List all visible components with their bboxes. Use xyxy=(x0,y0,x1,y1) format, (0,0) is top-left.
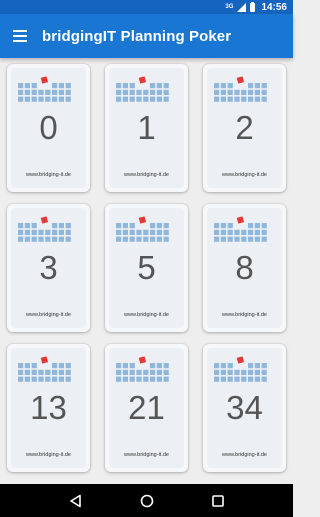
card-value: 8 xyxy=(235,249,254,286)
card-value: 21 xyxy=(128,389,165,426)
card-footer-url: www.bridging-it.de xyxy=(26,312,71,318)
clock: 14:56 xyxy=(261,1,287,13)
card-3[interactable]: 3 www.bridging-it.de xyxy=(7,204,90,332)
card-footer-url: www.bridging-it.de xyxy=(124,172,169,178)
signal-icon xyxy=(237,2,247,12)
card-value: 13 xyxy=(30,389,67,426)
bridgingit-logo-icon xyxy=(116,216,169,242)
bridgingit-logo-icon xyxy=(214,76,267,102)
app-bar: bridgingIT Planning Poker xyxy=(0,14,293,58)
card-footer-url: www.bridging-it.de xyxy=(26,172,71,178)
bridgingit-logo-icon xyxy=(116,356,169,382)
card-value: 34 xyxy=(226,389,263,426)
hamburger-menu-icon[interactable] xyxy=(0,14,40,58)
bridgingit-logo-icon xyxy=(214,216,267,242)
bridgingit-logo-icon xyxy=(18,356,71,382)
card-value: 0 xyxy=(39,109,58,146)
card-21[interactable]: 21 www.bridging-it.de xyxy=(105,344,188,472)
network-indicator: 3G xyxy=(225,4,234,10)
navigation-bar xyxy=(0,484,293,517)
bridgingit-logo-icon xyxy=(116,76,169,102)
back-triangle-icon[interactable] xyxy=(61,484,91,517)
status-bar: 3G 14:56 xyxy=(0,0,293,14)
card-0[interactable]: 0 www.bridging-it.de xyxy=(7,64,90,192)
app-title: bridgingIT Planning Poker xyxy=(42,27,232,45)
battery-icon xyxy=(250,1,256,12)
bridgingit-logo-icon xyxy=(18,76,71,102)
card-footer-url: www.bridging-it.de xyxy=(222,312,267,318)
card-footer-url: www.bridging-it.de xyxy=(222,452,267,458)
card-value: 1 xyxy=(137,109,156,146)
bridgingit-logo-icon xyxy=(18,216,71,242)
card-footer-url: www.bridging-it.de xyxy=(26,452,71,458)
home-circle-icon[interactable] xyxy=(132,484,162,517)
card-footer-url: www.bridging-it.de xyxy=(124,452,169,458)
card-1[interactable]: 1 www.bridging-it.de xyxy=(105,64,188,192)
card-2[interactable]: 2 www.bridging-it.de xyxy=(203,64,286,192)
card-value: 5 xyxy=(137,249,156,286)
card-5[interactable]: 5 www.bridging-it.de xyxy=(105,204,188,332)
card-34[interactable]: 34 www.bridging-it.de xyxy=(203,344,286,472)
card-13[interactable]: 13 www.bridging-it.de xyxy=(7,344,90,472)
card-grid: 0 www.bridging-it.de 1 www.bridging-it.d… xyxy=(0,58,293,484)
card-value: 3 xyxy=(39,249,58,286)
bridgingit-logo-icon xyxy=(214,356,267,382)
card-footer-url: www.bridging-it.de xyxy=(222,172,267,178)
recents-square-icon[interactable] xyxy=(203,484,233,517)
card-8[interactable]: 8 www.bridging-it.de xyxy=(203,204,286,332)
card-value: 2 xyxy=(235,109,254,146)
card-footer-url: www.bridging-it.de xyxy=(124,312,169,318)
